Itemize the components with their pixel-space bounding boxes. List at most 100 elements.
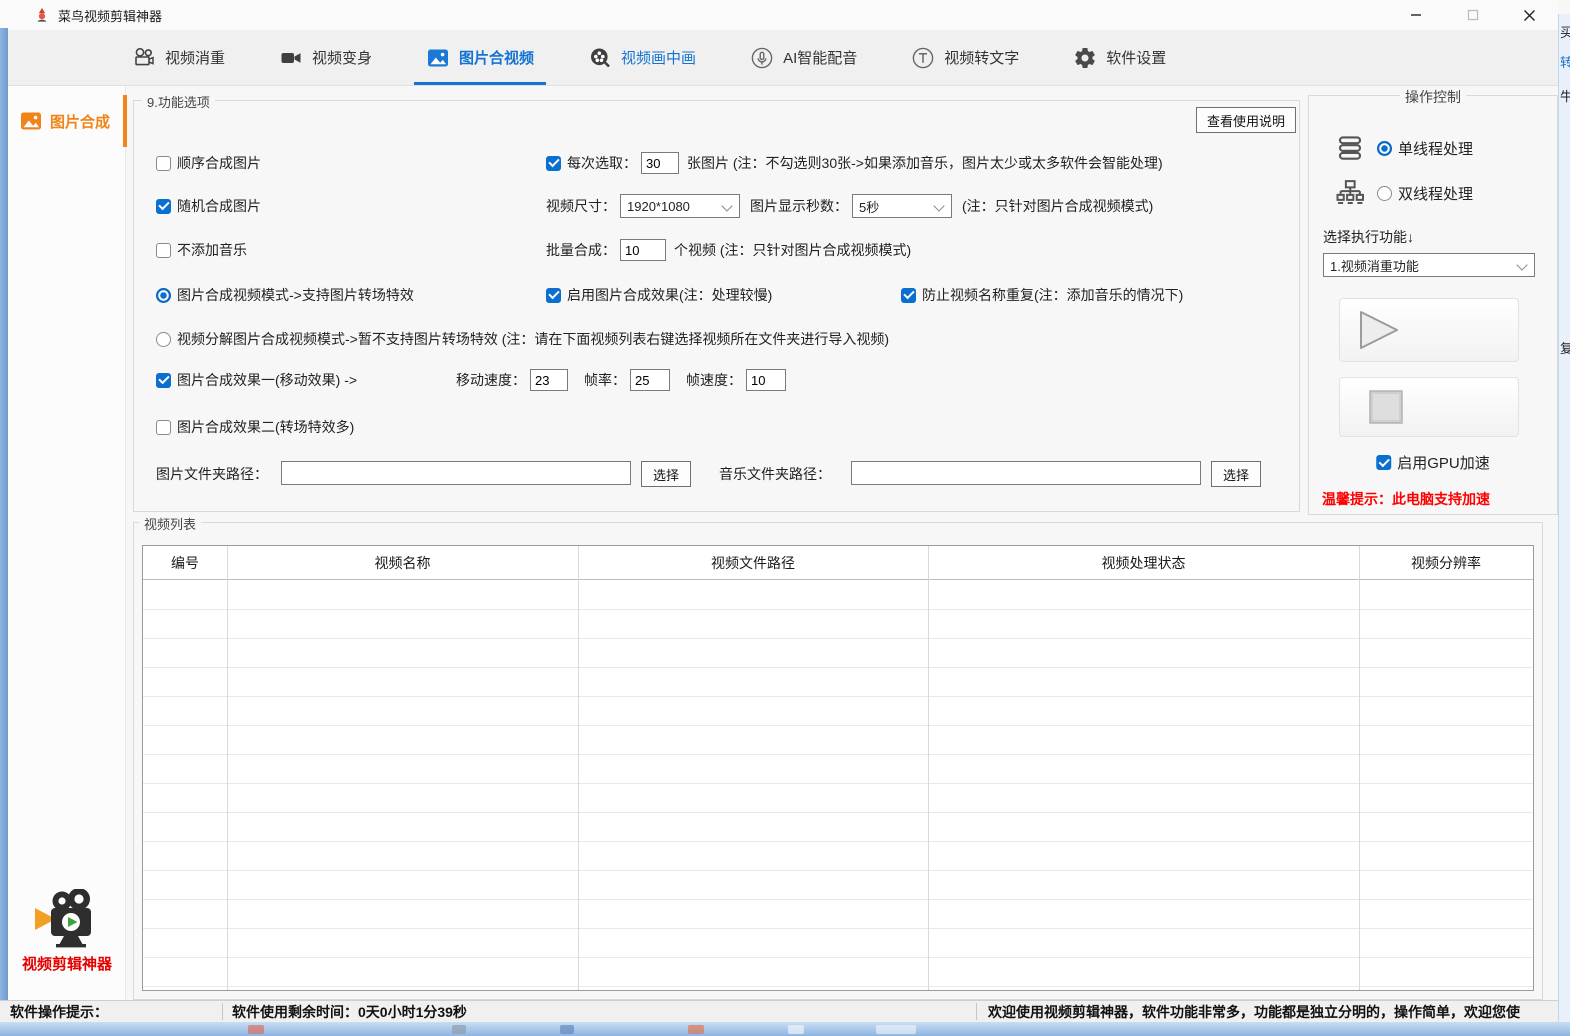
option-label: 随机合成图片 xyxy=(177,196,261,216)
radio-video-decompose-mode[interactable] xyxy=(156,332,171,347)
dual-thread-icon xyxy=(1335,178,1365,208)
options-group-title: 9.功能选项 xyxy=(142,92,215,111)
start-button[interactable] xyxy=(1339,298,1519,362)
taskbar-item[interactable] xyxy=(560,1025,574,1034)
app-icon xyxy=(34,7,50,23)
maximize-button[interactable] xyxy=(1444,0,1501,30)
status-bar: 软件操作提示： 软件使用剩余时间：0天0小时1分39秒 欢迎使用视频剪辑神器，软… xyxy=(0,1000,1558,1022)
batch-count-input[interactable] xyxy=(620,239,666,261)
checkbox-effect-two[interactable] xyxy=(156,420,171,435)
option-label: 移动速度： xyxy=(456,370,526,390)
select-value: 5秒 xyxy=(859,197,879,216)
radio-dual-thread[interactable] xyxy=(1377,186,1392,201)
option-label: 启用GPU加速 xyxy=(1397,452,1490,473)
checkbox-effect-enable[interactable] xyxy=(546,288,561,303)
control-panel: 操作控制 单线程处理 双线程处理 选择执行功能↓ 1.视频消重功能 xyxy=(1308,95,1558,515)
video-list-title: 视频列表 xyxy=(139,514,201,533)
logo-text: 视频剪辑神器 xyxy=(8,953,126,974)
checkbox-pick-count[interactable] xyxy=(546,156,561,171)
column-header-path[interactable]: 视频文件路径 xyxy=(578,553,928,573)
taskbar-item[interactable] xyxy=(876,1025,916,1034)
single-thread-icon xyxy=(1335,134,1365,162)
letter-t-icon xyxy=(911,46,935,70)
sidebar-item-image-compose[interactable]: 图片合成 xyxy=(8,95,126,147)
column-header-resolution[interactable]: 视频分辨率 xyxy=(1359,553,1533,573)
pick-count-input[interactable] xyxy=(641,152,679,174)
camera-reel-icon xyxy=(132,46,156,70)
option-label: 图片合成视频模式->支持图片转场特效 xyxy=(177,285,414,305)
select-function-label: 选择执行功能↓ xyxy=(1323,227,1414,247)
radio-single-thread[interactable] xyxy=(1377,141,1392,156)
function-select[interactable]: 1.视频消重功能 xyxy=(1323,253,1535,277)
tab-picture-in-picture[interactable]: 视频画中画 xyxy=(574,30,710,85)
option-label: 单线程处理 xyxy=(1398,138,1473,159)
taskbar-item[interactable] xyxy=(452,1025,466,1034)
taskbar-item[interactable] xyxy=(22,1025,36,1034)
image-folder-input[interactable] xyxy=(281,461,631,485)
tab-video-transform[interactable]: 视频变身 xyxy=(265,30,386,85)
tab-image-to-video[interactable]: 图片合视频 xyxy=(412,30,548,85)
edge-text: 转 xyxy=(1560,52,1570,71)
taskbar-item[interactable] xyxy=(248,1025,264,1034)
video-size-select[interactable]: 1920*1080 xyxy=(620,194,740,218)
options-group: 9.功能选项 查看使用说明 顺序合成图片 每次选取： 张图片 (注：不勾选则30… xyxy=(133,100,1300,512)
column-header-status[interactable]: 视频处理状态 xyxy=(928,553,1359,573)
tab-settings[interactable]: 软件设置 xyxy=(1059,30,1180,85)
checkbox-random-compose[interactable] xyxy=(156,199,171,214)
option-label: 图片合成效果一(移动效果) -> xyxy=(177,370,357,390)
music-folder-input[interactable] xyxy=(851,461,1201,485)
tab-ai-dubbing[interactable]: AI智能配音 xyxy=(736,30,871,85)
tab-video-dedup[interactable]: 视频消重 xyxy=(118,30,239,85)
tab-bar: 视频消重 视频变身 图片合视频 视频画中画 xyxy=(0,30,1558,86)
checkbox-name-dedup[interactable] xyxy=(901,288,916,303)
tab-video-to-text[interactable]: 视频转文字 xyxy=(897,30,1033,85)
checkbox-no-music[interactable] xyxy=(156,243,171,258)
tab-label: 视频消重 xyxy=(165,47,225,68)
window-title: 菜鸟视频剪辑神器 xyxy=(58,6,162,25)
checkbox-gpu[interactable] xyxy=(1376,455,1391,470)
help-button[interactable]: 查看使用说明 xyxy=(1196,107,1296,133)
choose-music-folder-button[interactable]: 选择 xyxy=(1211,461,1261,487)
radio-image-compose-mode[interactable] xyxy=(156,288,171,303)
option-label: 音乐文件夹路径： xyxy=(719,464,831,484)
video-table-body[interactable] xyxy=(143,581,1533,990)
fps-input[interactable] xyxy=(630,369,670,391)
column-header-name[interactable]: 视频名称 xyxy=(227,553,578,573)
camcorder-icon xyxy=(279,46,303,70)
checkbox-effect-one[interactable] xyxy=(156,373,171,388)
option-label: 图片显示秒数： xyxy=(750,196,848,216)
gpu-tip-text: 温馨提示：此电脑支持加速 xyxy=(1322,489,1490,509)
image-seconds-select[interactable]: 5秒 xyxy=(852,194,952,218)
play-icon xyxy=(1356,308,1402,352)
dual-thread-option[interactable]: 双线程处理 xyxy=(1377,183,1473,204)
stop-button[interactable] xyxy=(1339,377,1519,437)
select-value: 1.视频消重功能 xyxy=(1330,256,1419,275)
taskbar-item[interactable] xyxy=(788,1025,804,1034)
status-divider xyxy=(222,1003,223,1020)
status-divider xyxy=(976,1003,977,1020)
option-label: 每次选取： xyxy=(567,153,637,173)
minimize-button[interactable] xyxy=(1387,0,1444,30)
frame-speed-input[interactable] xyxy=(746,369,786,391)
app-logo: 视频剪辑神器 xyxy=(8,889,126,974)
tab-label: AI智能配音 xyxy=(783,47,857,68)
video-list-group: 视频列表 编号 视频名称 视频文件路径 视频处理状态 视频分辨率 xyxy=(133,522,1543,1000)
close-button[interactable] xyxy=(1501,0,1558,30)
gpu-option[interactable]: 启用GPU加速 xyxy=(1376,452,1490,473)
single-thread-option[interactable]: 单线程处理 xyxy=(1377,138,1473,159)
status-left-label: 软件操作提示： xyxy=(10,1001,108,1022)
checkbox-seq-compose[interactable] xyxy=(156,156,171,171)
movie-camera-icon xyxy=(30,889,104,949)
option-note: 个视频 (注：只针对图片合成视频模式) xyxy=(674,240,911,260)
column-header-id[interactable]: 编号 xyxy=(143,553,227,573)
image-icon xyxy=(19,109,43,133)
taskbar-item[interactable] xyxy=(688,1025,704,1034)
tab-label: 视频变身 xyxy=(312,47,372,68)
choose-image-folder-button[interactable]: 选择 xyxy=(641,461,691,487)
option-label: 不添加音乐 xyxy=(177,240,247,260)
move-speed-input[interactable] xyxy=(530,369,568,391)
column-divider xyxy=(227,546,228,990)
edge-text: 买 xyxy=(1560,22,1570,41)
microphone-icon xyxy=(750,46,774,70)
column-divider xyxy=(928,546,929,990)
